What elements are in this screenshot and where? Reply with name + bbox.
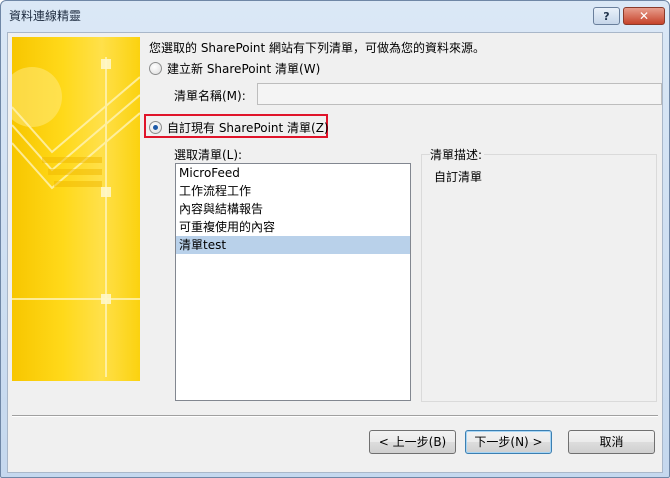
list-item[interactable]: 內容與結構報告 (176, 200, 410, 218)
help-icon: ? (603, 9, 610, 23)
window-title: 資料連線精靈 (9, 9, 82, 23)
radio-customize-existing-label: 自訂現有 SharePoint 清單(Z) (167, 121, 329, 135)
list-item[interactable]: MicroFeed (176, 164, 410, 182)
wizard-window: 資料連線精靈 ? ✕ 您選取的 SharePoint 網站有下列清單，可做為您的… (0, 0, 670, 478)
close-icon: ✕ (638, 9, 650, 23)
help-button[interactable]: ? (593, 7, 620, 25)
close-button[interactable]: ✕ (623, 7, 665, 25)
radio-create-new[interactable]: 建立新 SharePoint 清單(W) (149, 60, 320, 77)
list-item-selected[interactable]: 清單test (176, 236, 410, 254)
button-separator (12, 415, 658, 417)
banner-artwork (12, 57, 140, 377)
radio-customize-existing-indicator[interactable] (149, 121, 162, 134)
list-item[interactable]: 可重複使用的內容 (176, 218, 410, 236)
list-item[interactable]: 工作流程工作 (176, 182, 410, 200)
back-button[interactable]: < 上一步(B) (369, 430, 456, 454)
description-text: 自訂清單 (434, 170, 483, 184)
description-label: 清單描述: (430, 146, 485, 163)
cancel-button[interactable]: 取消 (568, 430, 655, 454)
title-bar[interactable]: 資料連線精靈 ? ✕ (1, 1, 669, 31)
wizard-body: 您選取的 SharePoint 網站有下列清單，可做為您的資料來源。 建立新 S… (7, 32, 663, 473)
select-list-label: 選取清單(L): (174, 148, 243, 162)
intro-text: 您選取的 SharePoint 網站有下列清單，可做為您的資料來源。 (149, 41, 486, 55)
radio-customize-existing[interactable]: 自訂現有 SharePoint 清單(Z) (149, 119, 329, 136)
list-name-input[interactable] (257, 83, 662, 105)
select-list-box[interactable]: MicroFeed 工作流程工作 內容與結構報告 可重複使用的內容 清單test (175, 163, 411, 401)
description-panel: 自訂清單 (421, 154, 657, 402)
wizard-banner-graphic (12, 37, 140, 381)
list-name-label: 清單名稱(M): (174, 89, 246, 103)
radio-create-new-indicator[interactable] (149, 62, 162, 75)
radio-create-new-label: 建立新 SharePoint 清單(W) (167, 62, 321, 76)
next-button[interactable]: 下一步(N) > (465, 430, 552, 454)
